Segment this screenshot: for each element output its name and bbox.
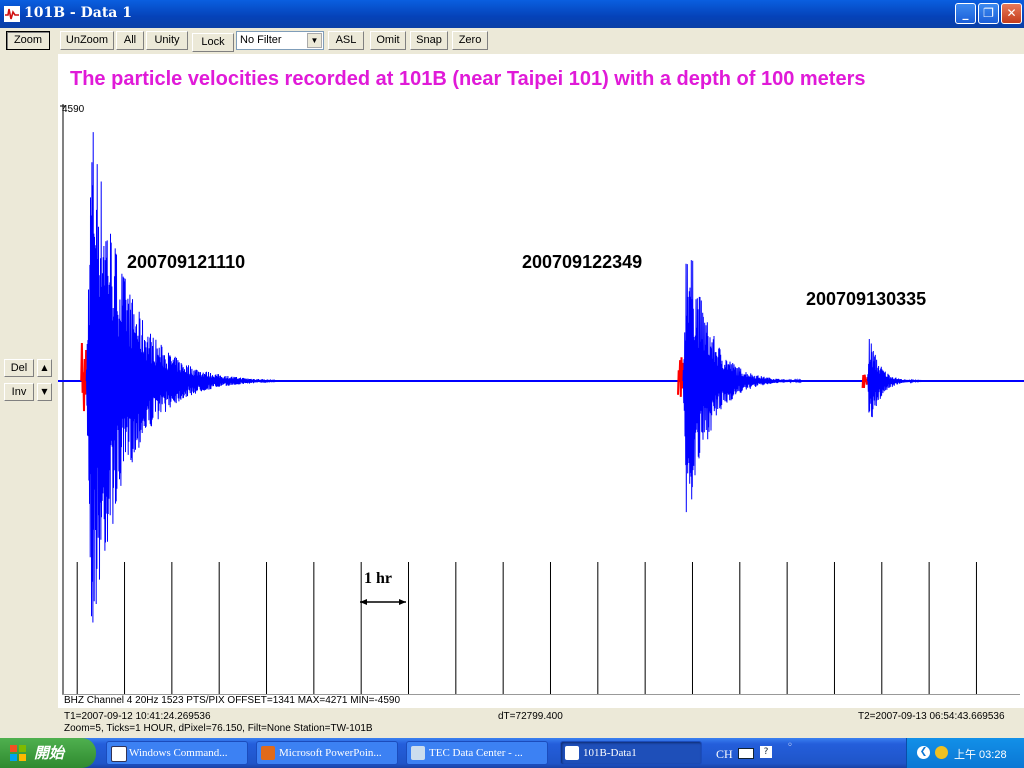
unity-button[interactable]: Unity [146, 31, 188, 50]
task-label: Microsoft PowerPoin... [279, 747, 382, 759]
burst-trace [682, 260, 802, 513]
hour-ticks [76, 562, 977, 694]
lock-button[interactable]: Lock [192, 33, 234, 52]
powerpoint-icon [261, 746, 275, 760]
taskbar: 開始 Windows Command... Microsoft PowerPoi… [0, 738, 1024, 768]
start-label: 開始 [34, 744, 65, 762]
seismogram-plot[interactable] [58, 54, 1024, 708]
y-max-label: 4590 [62, 104, 85, 115]
chevron-left-icon[interactable]: ❮ [917, 746, 930, 759]
onset-trace [861, 374, 869, 388]
arrow-up-icon: ▲ [41, 363, 48, 372]
close-icon: ✕ [1006, 6, 1017, 20]
dt-value: dT=72799.400 [498, 711, 563, 722]
task-label: Windows Command... [129, 747, 228, 759]
restore-icon: ❐ [983, 6, 994, 20]
app-icon [4, 6, 20, 22]
del-button[interactable]: Del [4, 359, 34, 377]
zoom-info: Zoom=5, Ticks=1 HOUR, dPixel=76.150, Fil… [64, 723, 373, 734]
asl-button[interactable]: ASL [328, 31, 364, 50]
inv-button[interactable]: Inv [4, 383, 34, 401]
scroll-down-button[interactable]: ▼ [37, 383, 52, 401]
slide-title: The particle velocities recorded at 101B… [70, 68, 866, 90]
restore-button[interactable]: ❐ [978, 3, 999, 24]
keyboard-icon[interactable] [738, 748, 754, 759]
scroll-up-button[interactable]: ▲ [37, 359, 52, 377]
task-windows-command[interactable]: Windows Command... [106, 741, 248, 765]
app-icon [565, 746, 579, 760]
security-icon[interactable] [935, 746, 948, 759]
arrow-down-icon: ▼ [41, 387, 48, 396]
burst-trace [867, 338, 925, 418]
browser-icon [411, 746, 425, 760]
omit-button[interactable]: Omit [370, 31, 406, 50]
minimize-icon: _ [962, 6, 969, 20]
task-powerpoint[interactable]: Microsoft PowerPoin... [256, 741, 398, 765]
onset-trace [80, 342, 88, 412]
unzoom-button[interactable]: UnZoom [60, 31, 114, 50]
task-101b-data1[interactable]: 101B-Data1 [560, 741, 702, 765]
channel-info: BHZ Channel 4 20Hz 1523 PTS/PIX OFFSET=1… [64, 695, 401, 706]
event-label: 200709121110 [127, 252, 246, 272]
filter-value: No Filter [240, 34, 282, 46]
task-tec-data-center[interactable]: TEC Data Center - ... [406, 741, 548, 765]
snap-button[interactable]: Snap [410, 31, 448, 50]
help-icon[interactable]: ? [760, 746, 772, 758]
all-button[interactable]: All [116, 31, 144, 50]
filter-dropdown[interactable]: No Filter ▼ [236, 31, 324, 50]
close-button[interactable]: ✕ [1001, 3, 1022, 24]
waveform-traces [58, 132, 1024, 623]
zero-button[interactable]: Zero [452, 31, 488, 50]
start-button[interactable]: 開始 [0, 738, 96, 768]
ime-indicator[interactable]: CH [716, 747, 733, 762]
minimize-button[interactable]: _ [955, 3, 976, 24]
toolbar: Zoom UnZoom All Unity Lock No Filter ▼ A… [0, 28, 1024, 52]
title-bar: 101B - Data 1 _ ❐ ✕ [0, 0, 1024, 28]
zoom-button[interactable]: Zoom [6, 31, 50, 50]
clock: 上午 03:28 [954, 749, 1007, 761]
task-label: TEC Data Center - ... [429, 747, 523, 759]
t1-value: T1=2007-09-12 10:41:24.269536 [64, 711, 211, 722]
event-label: 200709122349 [522, 252, 643, 272]
burst-trace [85, 132, 276, 623]
onset-trace [677, 357, 684, 397]
windows-logo-icon [10, 745, 26, 761]
seismogram-svg [58, 104, 1024, 696]
ime-options-icon[interactable]: ◦ [787, 740, 793, 751]
window-title: 101B - Data 1 [24, 5, 132, 21]
scale-label: 1 hr [364, 570, 392, 587]
t2-value: T2=2007-09-13 06:54:43.669536 [858, 711, 1005, 722]
chevron-down-icon[interactable]: ▼ [307, 33, 322, 48]
channel-status-line: BHZ Channel 4 20Hz 1523 PTS/PIX OFFSET=1… [62, 694, 1020, 708]
scale-arrow-right-icon [399, 599, 406, 605]
event-label: 200709130335 [806, 289, 927, 309]
floppy-icon [111, 746, 127, 762]
task-label: 101B-Data1 [583, 747, 637, 759]
